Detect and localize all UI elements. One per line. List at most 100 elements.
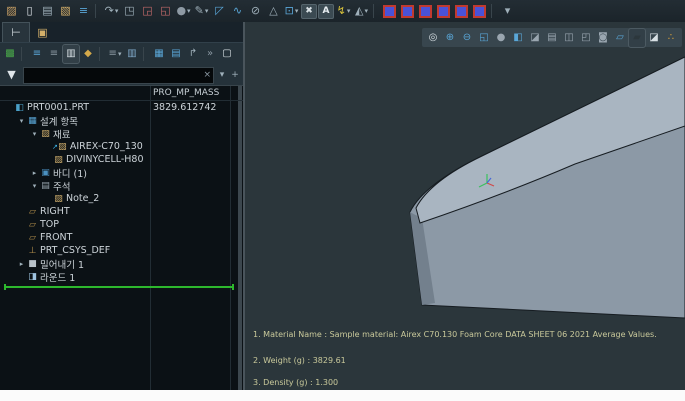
saved-orientation-icon[interactable] xyxy=(381,2,398,20)
tree-item-label: 주석 xyxy=(53,181,71,193)
filter-dropdown-icon[interactable]: ▾ xyxy=(217,70,227,80)
round-icon: ◨ xyxy=(28,271,37,282)
tree-item-label: TOP xyxy=(40,219,60,230)
frame-icon[interactable]: ⊡ ▾ xyxy=(283,2,300,20)
material-icon: ▨ xyxy=(54,154,63,165)
separator xyxy=(95,4,100,18)
regenerate-icon[interactable]: ≡ xyxy=(75,2,92,20)
layers-icon[interactable]: ▤ xyxy=(168,45,184,63)
window-bottom-edge xyxy=(0,390,685,401)
saved-orientation-icon[interactable] xyxy=(417,2,434,20)
tree-column-header[interactable]: PRO_MP_MASS xyxy=(0,86,243,101)
render-sphere-icon[interactable]: ● ▾ xyxy=(175,2,192,20)
show-columns-icon[interactable]: ▥ xyxy=(62,44,80,64)
tree-item[interactable]: ▱ RIGHT xyxy=(0,205,243,218)
mass-column-header[interactable]: PRO_MP_MASS xyxy=(153,88,219,98)
corner-icon[interactable]: ◸ xyxy=(211,2,228,20)
tree-item[interactable]: ▾ ▤ 주석 xyxy=(0,179,243,193)
tree-settings-icon[interactable]: ▩ xyxy=(2,45,18,63)
saved-orientation-icon[interactable] xyxy=(399,2,416,20)
csys-icon: ⊥ xyxy=(28,245,37,256)
tree-item[interactable]: ▾ ▨ 재료 xyxy=(0,127,243,141)
tree-item[interactable]: ↗ ▨ AIREX-C70_130 xyxy=(0,140,243,153)
creo-window: ▨ ▯ ▤ ▧ ≡ ↷ ▾ ◳ ◲ ◱ ● ▾ ✎ ▾ ◸ ∿ ⊘ △ ⊡ ▾ ✖ A ↯ ▾ ◭ ▾ ▾ ⊢ ▣ ▩ ≡ ≡ ▥ ◆ ≡ ▾ ▥… xyxy=(0,0,685,401)
filter-funnel-icon[interactable]: ▼ xyxy=(3,66,20,84)
expand-arrow-icon[interactable]: ▸ xyxy=(30,169,39,177)
filter-list-icon[interactable]: ≡ ▾ xyxy=(107,45,123,63)
save-icon[interactable]: ▤ xyxy=(39,2,56,20)
tree-item-label: AIREX-C70_130 xyxy=(69,141,143,152)
tree-item[interactable]: ▱ FRONT xyxy=(0,231,243,244)
folder-browser-tab[interactable]: ▣ xyxy=(34,23,51,42)
open-session-icon[interactable]: ▨ xyxy=(3,2,20,20)
model-tree-area: PRO_MP_MASS ◧ PRT0001.PRT 3829.612742 ▾ ▦ 설계 … xyxy=(0,85,243,390)
collapse-arrow-icon[interactable]: ▾ xyxy=(30,130,39,138)
datum-triangle-icon[interactable]: △ xyxy=(265,2,282,20)
add-filter-icon[interactable]: + xyxy=(230,70,240,80)
document-icon[interactable]: ▢ xyxy=(219,45,235,63)
tree-item-label: 밀어내기 1 xyxy=(40,259,85,271)
navigator-tabs: ⊢ ▣ xyxy=(0,22,243,42)
tree-item[interactable]: ▾ ▦ 설계 항목 xyxy=(0,114,243,128)
tree-item-label: RIGHT xyxy=(40,206,70,217)
design-items-icon: ▦ xyxy=(28,115,37,126)
bookmark-icon[interactable]: ◆ xyxy=(80,45,96,63)
tree-item[interactable]: ▨ DIVINYCELL-H80 xyxy=(0,153,243,166)
tree-item[interactable]: ◧ PRT0001.PRT 3829.612742 xyxy=(0,101,243,114)
tree-item[interactable]: ▱ TOP xyxy=(0,218,243,231)
list-gray-icon[interactable]: ≡ xyxy=(46,45,62,63)
graphics-area[interactable]: ◎ ⊕ ⊖ ◱ ● ◧ ◪ ▤ ◫ ◰ ◙ ▱ ▰ ◪ ∴ 1. Material Name : Sampl… xyxy=(245,22,685,390)
annotation-a-icon[interactable]: A xyxy=(318,3,334,19)
table-icon[interactable]: ▦ xyxy=(151,45,167,63)
undo-icon[interactable]: ↷ ▾ xyxy=(103,2,120,20)
paste-icon[interactable]: ◲ xyxy=(139,2,156,20)
quick-access-toolbar: ▨ ▯ ▤ ▧ ≡ ↷ ▾ ◳ ◲ ◱ ● ▾ ✎ ▾ ◸ ∿ ⊘ △ ⊡ ▾ ✖ A ↯ ▾ ◭ ▾ ▾ xyxy=(0,0,685,23)
open-icon[interactable]: ▧ xyxy=(57,2,74,20)
datum-plane-icon: ▱ xyxy=(29,206,36,217)
datum-plane-icon: ▱ xyxy=(29,232,36,243)
tree-item[interactable]: ▨ Note_2 xyxy=(0,192,243,205)
paste-special-icon[interactable]: ◱ xyxy=(157,2,174,20)
chevron-right-icon[interactable]: » xyxy=(202,45,218,63)
tree-filter-input[interactable] xyxy=(24,68,213,82)
tree-item-label: 재료 xyxy=(53,129,71,141)
tree-item[interactable]: ⊥ PRT_CSYS_DEF xyxy=(0,244,243,257)
expand-arrow-icon[interactable]: ▸ xyxy=(17,260,26,268)
collapse-arrow-icon[interactable]: ▾ xyxy=(17,117,26,125)
copy-icon[interactable]: ◳ xyxy=(121,2,138,20)
insert-here-line[interactable] xyxy=(4,284,234,290)
separator xyxy=(491,4,496,18)
close-x-icon[interactable]: ✖ xyxy=(301,3,317,19)
collapse-arrow-icon[interactable]: ▾ xyxy=(30,182,39,190)
no-symbol-icon[interactable]: ⊘ xyxy=(247,2,264,20)
toolbar-overflow-icon[interactable]: ▾ xyxy=(499,2,516,20)
saved-orientation-icon[interactable] xyxy=(453,2,470,20)
clear-filter-icon[interactable]: × xyxy=(203,70,211,80)
tree-item[interactable]: ◨ 라운드 1 xyxy=(0,270,243,284)
datum-display-icon[interactable]: ◭ ▾ xyxy=(353,2,370,20)
list-blue-icon[interactable]: ≡ xyxy=(29,45,45,63)
columns-setup-icon[interactable]: ▥ xyxy=(124,45,140,63)
saved-orientation-icon[interactable] xyxy=(435,2,452,20)
model-note-1: 1. Material Name : Sample material: Aire… xyxy=(253,330,657,339)
datum-plane-icon: ▱ xyxy=(29,219,36,230)
analysis-lightning-icon[interactable]: ↯ ▾ xyxy=(335,2,352,20)
tree-item[interactable]: ▸ ▣ 바디 (1) xyxy=(0,166,243,180)
measure-icon[interactable]: ✎ ▾ xyxy=(193,2,210,20)
saved-orientation-icon[interactable] xyxy=(471,2,488,20)
new-file-icon[interactable]: ▯ xyxy=(21,2,38,20)
tree-item[interactable]: ▸ ■ 밀어내기 1 xyxy=(0,257,243,271)
note-icon: ▨ xyxy=(54,193,63,204)
model-tree-tab[interactable]: ⊢ xyxy=(2,22,30,42)
tree-expand-icon[interactable]: ↱ xyxy=(185,45,201,63)
spline-icon[interactable]: ∿ xyxy=(229,2,246,20)
